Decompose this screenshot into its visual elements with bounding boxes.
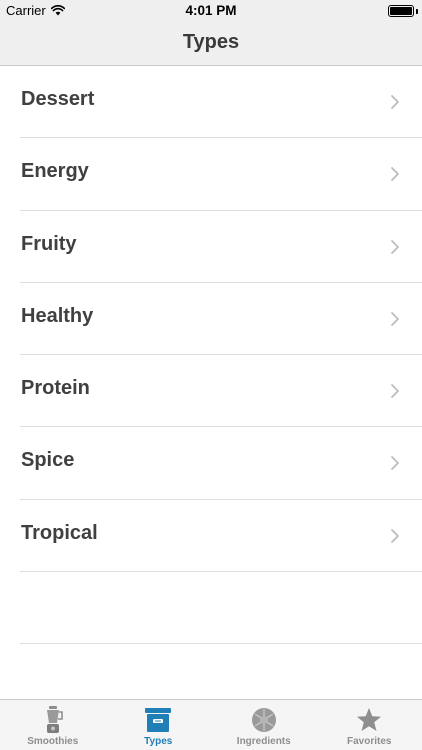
types-list: Dessert Energy Fruity Healthy Protein Sp… [0, 66, 422, 645]
status-time: 4:01 PM [185, 3, 237, 18]
list-item-energy[interactable]: Energy [0, 138, 422, 211]
tab-types[interactable]: Types [106, 700, 212, 750]
list-item-label: Energy [21, 160, 89, 183]
list-item-fruity[interactable]: Fruity [0, 211, 422, 283]
chevron-right-icon [391, 239, 399, 254]
battery-fill [390, 7, 412, 15]
list-item-protein[interactable]: Protein [0, 355, 422, 428]
tab-label: Favorites [347, 736, 392, 747]
chevron-right-icon [391, 167, 399, 182]
tab-smoothies[interactable]: Smoothies [0, 700, 106, 750]
tab-favorites[interactable]: Favorites [317, 700, 422, 750]
fruit-icon [249, 705, 279, 735]
list-item-healthy[interactable]: Healthy [0, 283, 422, 356]
chevron-right-icon [391, 311, 399, 326]
tab-bar: Smoothies Types Ingredients Favorites [0, 699, 422, 750]
file-box-icon [143, 705, 173, 735]
star-icon [354, 705, 384, 735]
list-item-label: Dessert [21, 88, 95, 110]
battery-icon [388, 5, 414, 17]
list-item-label: Fruity [21, 232, 77, 255]
page-title: Types [182, 31, 240, 53]
tab-label: Ingredients [236, 736, 291, 747]
row-separator [20, 643, 422, 645]
navigation-bar: Types [0, 22, 422, 66]
list-item-tropical[interactable]: Tropical [0, 500, 422, 573]
list-item-dessert[interactable]: Dessert [0, 66, 422, 139]
list-item-label: Spice [21, 449, 75, 472]
status-bar: Carrier 4:01 PM [0, 0, 422, 22]
chevron-right-icon [391, 384, 399, 399]
chevron-right-icon [391, 95, 399, 109]
chevron-right-icon [391, 456, 399, 471]
list-item-spice[interactable]: Spice [0, 427, 422, 500]
chevron-right-icon [391, 528, 399, 543]
empty-row [0, 572, 422, 645]
tab-label: Types [144, 736, 173, 747]
blender-icon [38, 705, 68, 735]
tab-label: Smoothies [27, 736, 79, 747]
tab-ingredients[interactable]: Ingredients [211, 700, 317, 750]
list-item-label: Healthy [21, 304, 94, 327]
battery-tip [416, 9, 418, 14]
list-item-label: Tropical [21, 521, 98, 544]
list-item-label: Protein [21, 377, 90, 400]
